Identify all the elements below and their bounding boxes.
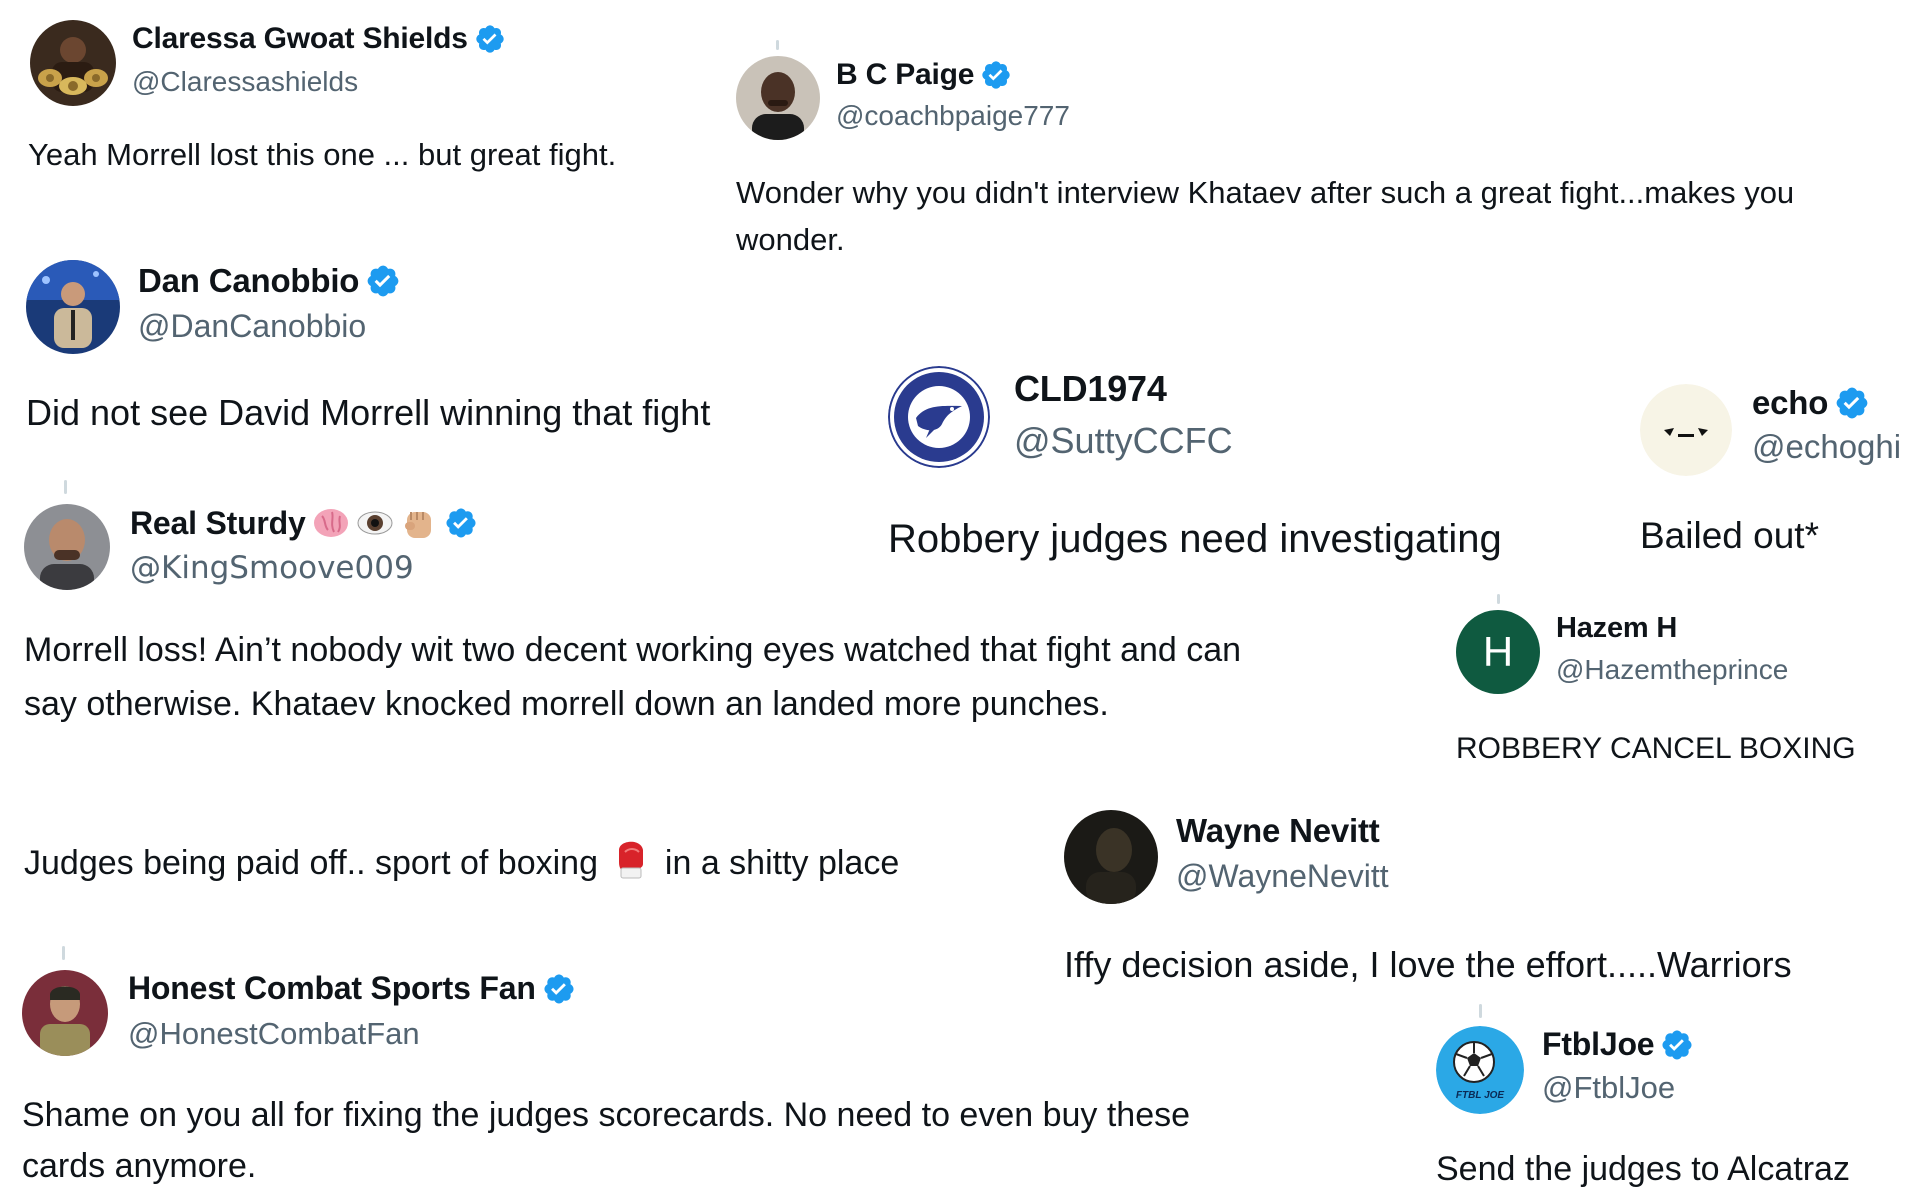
display-name[interactable]: Claressa Gwoat Shields: [132, 22, 468, 56]
user-handle[interactable]: @coachbpaige777: [836, 100, 1070, 132]
user-handle[interactable]: @KingSmoove009: [130, 550, 414, 586]
verified-badge-icon: [474, 23, 506, 55]
user-handle[interactable]: @echoghi: [1752, 428, 1901, 466]
boxer-belts-photo-avatar: [30, 20, 116, 106]
thread-line: [1497, 594, 1500, 604]
paragraph-2-before: Judges being paid off.. sport of boxing: [24, 844, 598, 882]
display-name[interactable]: Honest Combat Sports Fan: [128, 970, 536, 1007]
avatar-echo[interactable]: [1640, 384, 1732, 476]
thread-line: [776, 40, 779, 50]
tweet-bcpaige[interactable]: B C Paige @coachbpaige777 Wonder why you…: [736, 56, 1906, 266]
display-name[interactable]: Wayne Nevitt: [1176, 812, 1380, 850]
sleepy-face-avatar: [1640, 384, 1732, 476]
man-portrait-avatar: [24, 504, 110, 590]
brain-emoji-icon: [312, 506, 350, 540]
display-name[interactable]: Dan Canobbio: [138, 262, 359, 300]
tweet-text: ROBBERY CANCEL BOXING: [1456, 732, 1856, 765]
avatar-cld1974[interactable]: [888, 366, 990, 468]
thread-line: [1479, 1004, 1482, 1018]
tweet-text-paragraph-2: Judges being paid off.. sport of boxing …: [24, 836, 1064, 893]
display-name[interactable]: echo: [1752, 384, 1828, 422]
display-name[interactable]: B C Paige: [836, 58, 974, 92]
tweet-honestcombat[interactable]: Honest Combat Sports Fan @HonestCombatFa…: [22, 966, 1262, 1196]
avatar-hazem[interactable]: H: [1456, 610, 1540, 694]
display-name[interactable]: Real Sturdy: [130, 505, 306, 542]
tweet-dancanobbio[interactable]: Dan Canobbio @DanCanobbio Did not see Da…: [26, 258, 826, 438]
verified-badge-icon: [542, 972, 576, 1006]
display-name[interactable]: FtblJoe: [1542, 1026, 1655, 1063]
avatar-bcpaige[interactable]: [736, 56, 820, 140]
user-handle[interactable]: @WayneNevitt: [1176, 858, 1389, 895]
tweet-hazem[interactable]: H Hazem H @Hazemtheprince ROBBERY CANCEL…: [1456, 610, 1916, 780]
verified-badge-icon: [1834, 385, 1870, 421]
avatar-letter: H: [1482, 628, 1514, 675]
fighter-portrait-avatar: [22, 970, 108, 1056]
tweet-waynenevitt[interactable]: Wayne Nevitt @WayneNevitt Iffy decision …: [1064, 808, 1914, 988]
avatar-dancanobbio[interactable]: [26, 260, 120, 354]
user-handle[interactable]: @FtblJoe: [1542, 1070, 1675, 1106]
tweet-text: Bailed out*: [1640, 515, 1819, 556]
avatar-logo-text: FTBL JOE: [1456, 1090, 1504, 1101]
broadcaster-photo-avatar: [26, 260, 120, 354]
tweet-text: Shame on you all for fixing the judges s…: [22, 1096, 1191, 1185]
tweet-echo[interactable]: echo @echoghi Bailed out*: [1640, 380, 1916, 580]
eye-emoji-icon: [356, 508, 394, 538]
user-handle[interactable]: @HonestCombatFan: [128, 1016, 420, 1052]
verified-badge-icon: [1660, 1028, 1694, 1062]
man-portrait-avatar: [736, 56, 820, 140]
avatar-realsturdy[interactable]: [24, 504, 110, 590]
paragraph-2-after: in a shitty place: [664, 844, 900, 882]
thread-line: [62, 946, 65, 960]
user-handle[interactable]: @DanCanobbio: [138, 308, 366, 345]
display-name[interactable]: Hazem H: [1556, 612, 1677, 645]
user-handle[interactable]: @Claressashields: [132, 66, 358, 98]
soccer-ball-logo-avatar: FTBL JOE: [1436, 1026, 1524, 1114]
verified-badge-icon: [444, 506, 478, 540]
tweet-ftbljoe[interactable]: FTBL JOE FtblJoe @FtblJoe Send the judge…: [1436, 1024, 1916, 1200]
verified-badge-icon: [980, 59, 1012, 91]
thread-line: [64, 480, 67, 494]
display-name[interactable]: CLD1974: [1014, 368, 1167, 410]
verified-badge-icon: [365, 263, 401, 299]
avatar-waynenevitt[interactable]: [1064, 810, 1158, 904]
dark-photo-avatar: [1064, 810, 1158, 904]
user-handle[interactable]: @SuttyCCFC: [1014, 420, 1233, 462]
avatar-ftbljoe[interactable]: FTBL JOE: [1436, 1026, 1524, 1114]
tweet-text: Wonder why you didn't interview Khataev …: [736, 175, 1795, 257]
tweet-text-paragraph-1: Morrell loss! Ain’t nobody wit two decen…: [24, 631, 1242, 723]
boxing-glove-emoji-icon: [611, 836, 651, 893]
user-handle[interactable]: @Hazemtheprince: [1556, 654, 1788, 686]
tweet-text: Did not see David Morrell winning that f…: [26, 392, 711, 433]
tweet-claressa[interactable]: Claressa Gwoat Shields @Claressashields …: [28, 18, 728, 188]
raised-fist-emoji-icon: [400, 504, 438, 542]
tweet-text: Yeah Morrell lost this one ... but great…: [28, 137, 617, 172]
bluebird-crest-avatar: [888, 366, 990, 468]
avatar-claressa[interactable]: [30, 20, 116, 106]
tweet-text: Send the judges to Alcatraz: [1436, 1150, 1850, 1188]
avatar-honestcombat[interactable]: [22, 970, 108, 1056]
